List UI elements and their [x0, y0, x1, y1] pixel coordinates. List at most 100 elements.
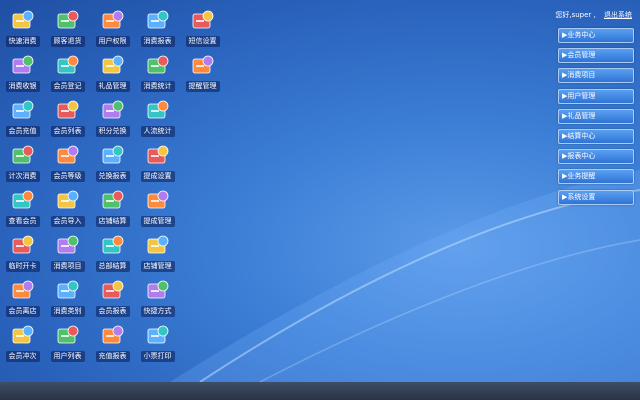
desktop-shortcut[interactable]: 兑换报表	[90, 141, 135, 186]
member-level-icon	[55, 143, 81, 169]
desktop-shortcut[interactable]: 短信设置	[180, 6, 225, 51]
desktop-shortcut-label: 会员报表	[95, 306, 130, 317]
desktop-shortcut-label: 会员离店	[5, 306, 40, 317]
desktop-shortcut-label: 会员等级	[50, 171, 85, 182]
gift-icon	[100, 53, 126, 79]
taskbar	[0, 382, 640, 400]
desktop-shortcut[interactable]: 会员列表	[45, 96, 90, 141]
desktop-shortcut-label: 积分兑换	[95, 126, 130, 137]
desktop-shortcut-label: 消费项目	[50, 261, 85, 272]
desktop-shortcut-label: 店铺管理	[140, 261, 175, 272]
desktop-shortcut[interactable]: 消费类别	[45, 276, 90, 321]
menu-item[interactable]: ▶报表中心	[558, 149, 634, 165]
empty-cell	[180, 141, 225, 186]
desktop-shortcut[interactable]: 店铺管理	[135, 231, 180, 276]
desktop-shortcut-label: 提成管理	[140, 216, 175, 227]
return-arrow-icon	[55, 8, 81, 34]
desktop-shortcut-label: 人流统计	[140, 126, 175, 137]
member-import-icon	[55, 188, 81, 214]
desktop-shortcut-label: 短信设置	[185, 36, 220, 47]
member-list-icon	[55, 98, 81, 124]
desktop-shortcut[interactable]: 提成管理	[135, 186, 180, 231]
user-list-icon	[55, 323, 81, 349]
desktop-shortcut-label: 提成设置	[140, 171, 175, 182]
desktop-shortcut-label: 查看会员	[5, 216, 40, 227]
member-leave-icon	[10, 278, 36, 304]
top-user-bar: 您好,super , 退出系统	[555, 10, 632, 20]
desktop-shortcut[interactable]: 提醒管理	[180, 51, 225, 96]
desktop-shortcut[interactable]: 快捷方式	[135, 276, 180, 321]
menu-item[interactable]: ▶用户管理	[558, 88, 634, 104]
desktop-shortcut[interactable]: 计次消费	[0, 141, 45, 186]
points-exchange-icon	[100, 98, 126, 124]
desktop-shortcut-label: 会员冲次	[5, 351, 40, 362]
desktop-shortcut-label: 临时开卡	[5, 261, 40, 272]
desktop-shortcut[interactable]: 消费报表	[135, 6, 180, 51]
desktop-shortcut[interactable]: 会员导入	[45, 186, 90, 231]
desktop-shortcut-label: 快速消费	[5, 36, 40, 47]
desktop-shortcut[interactable]: 临时开卡	[0, 231, 45, 276]
desktop-shortcut-label: 提醒管理	[185, 81, 220, 92]
desktop-shortcut[interactable]: 查看会员	[0, 186, 45, 231]
desktop-shortcut[interactable]: 会员离店	[0, 276, 45, 321]
menu-item[interactable]: ▶结算中心	[558, 128, 634, 144]
desktop-shortcut[interactable]: 会员冲次	[0, 321, 45, 366]
desktop-shortcut-label: 会员列表	[50, 126, 85, 137]
stats-icon	[145, 53, 171, 79]
desktop-shortcut[interactable]: 消费项目	[45, 231, 90, 276]
people-icon	[145, 98, 171, 124]
desktop-shortcut[interactable]: 礼品管理	[90, 51, 135, 96]
shop-card-icon	[10, 8, 36, 34]
empty-cell	[180, 186, 225, 231]
shortcut-icon	[145, 278, 171, 304]
desktop-shortcut-label: 充值报表	[95, 351, 130, 362]
logout-link[interactable]: 退出系统	[604, 11, 632, 19]
desktop-shortcut[interactable]: 小票打印	[135, 321, 180, 366]
desktop-shortcut-label: 会员充值	[5, 126, 40, 137]
member-register-icon	[55, 53, 81, 79]
desktop-shortcut[interactable]: 会员登记	[45, 51, 90, 96]
desktop-shortcut[interactable]: 消费收银	[0, 51, 45, 96]
monitor-clock-icon	[190, 53, 216, 79]
menu-item[interactable]: ▶业务中心	[558, 28, 634, 43]
menu-item[interactable]: ▶业务提醒	[558, 169, 634, 185]
desktop-shortcut[interactable]: 充值报表	[90, 321, 135, 366]
desktop-shortcut[interactable]: 用户列表	[45, 321, 90, 366]
desktop-shortcut[interactable]: 快速消费	[0, 6, 45, 51]
printer-icon	[145, 323, 171, 349]
category-tree-icon	[55, 278, 81, 304]
desktop-shortcut[interactable]: 顾客退货	[45, 6, 90, 51]
desktop-shortcut-label: 店铺结算	[95, 216, 130, 227]
menu-item[interactable]: ▶会员管理	[558, 48, 634, 64]
person-icon	[145, 188, 171, 214]
desktop-shortcut[interactable]: 会员充值	[0, 96, 45, 141]
desktop-shortcut-label: 顾客退货	[50, 36, 85, 47]
desktop-shortcut-label: 快捷方式	[140, 306, 175, 317]
menu-item[interactable]: ▶系统设置	[558, 189, 634, 205]
desktop-shortcut-label: 兑换报表	[95, 171, 130, 182]
desktop-shortcut[interactable]: 积分兑换	[90, 96, 135, 141]
store-manage-icon	[145, 233, 171, 259]
recharge-report-icon	[100, 323, 126, 349]
desktop-shortcut[interactable]: 会员报表	[90, 276, 135, 321]
hq-settle-icon	[100, 233, 126, 259]
empty-cell	[180, 96, 225, 141]
desktop-icon-grid: 快速消费 顾客退货 用户权限 消费报表 短信设置消费收银 会员登记 礼品管理 消费统计 提醒管理…	[0, 6, 240, 366]
coins-icon	[10, 98, 36, 124]
desktop-shortcut-label: 消费类别	[50, 306, 85, 317]
menu-item[interactable]: ▶礼品管理	[558, 108, 634, 124]
side-menu: ▶业务中心 ▶会员管理 ▶消费项目 ▶用户管理 ▶礼品管理 ▶结算中心 ▶报表中心 ▶业务提醒…	[558, 28, 634, 210]
desktop-shortcut[interactable]: 用户权限	[90, 6, 135, 51]
view-member-icon	[10, 188, 36, 214]
desktop-shortcut[interactable]: 人流统计	[135, 96, 180, 141]
desktop-shortcut-label: 用户列表	[50, 351, 85, 362]
desktop-shortcut[interactable]: 提成设置	[135, 141, 180, 186]
desktop-shortcut[interactable]: 总部结算	[90, 231, 135, 276]
calculator-icon	[10, 323, 36, 349]
desktop-shortcut-label: 消费收银	[5, 81, 40, 92]
greeting-text: 您好,super ,	[555, 11, 596, 19]
desktop-shortcut[interactable]: 消费统计	[135, 51, 180, 96]
menu-item[interactable]: ▶消费项目	[558, 68, 634, 84]
desktop-shortcut[interactable]: 店铺结算	[90, 186, 135, 231]
desktop-shortcut[interactable]: 会员等级	[45, 141, 90, 186]
